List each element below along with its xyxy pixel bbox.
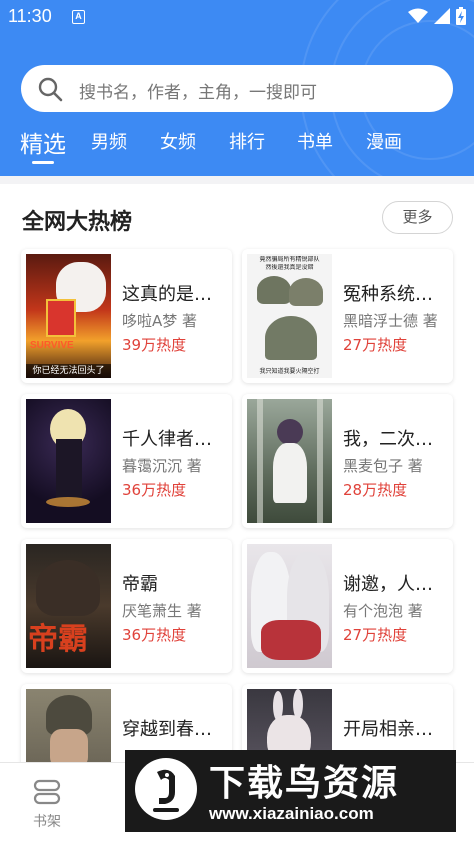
nav-bookshelf-label: 书架 <box>33 814 61 830</box>
nav-bookshelf[interactable]: 书架 <box>0 763 94 842</box>
book-heat: 27万热度 <box>343 626 408 644</box>
tab-ranking[interactable]: 排行 <box>229 128 265 154</box>
book-card[interactable]: 帝霸 帝霸 厌笔萧生 著 36万热度 <box>21 539 232 673</box>
watermark-url: www.xiazainiao.com <box>209 804 374 823</box>
cover-text: 帝霸 <box>28 622 88 657</box>
cover-text: SURVIVE <box>30 340 74 351</box>
book-author: 厌笔萧生 著 <box>122 602 202 620</box>
tab-comics[interactable]: 漫画 <box>366 128 402 154</box>
book-title: 帝霸 <box>122 574 158 595</box>
signal-icon <box>434 8 450 24</box>
book-author: 黑麦包子 著 <box>343 457 423 475</box>
book-card[interactable]: 谢邀，人在… 有个泡泡 著 27万热度 <box>242 539 453 673</box>
cover-caption: 你已经无法回头了 <box>26 364 111 378</box>
bookshelf-icon <box>33 779 61 805</box>
book-heat: 36万热度 <box>122 481 187 499</box>
header: 11:30 A 搜书名，作者，主角，一搜即可 精选 男频 女频 排行 书单 漫画 <box>0 0 474 176</box>
cover-text: 竟然骗局所有精锐部队 <box>259 256 320 263</box>
book-title: 谢邀，人在… <box>343 574 449 595</box>
watermark-text: 下载鸟资源 <box>209 763 400 804</box>
status-icons <box>408 6 466 26</box>
book-title: 穿越到春物… <box>122 719 228 740</box>
book-title: 开局相亲，… <box>343 719 449 740</box>
status-bar: 11:30 A <box>0 0 474 34</box>
tab-female[interactable]: 女频 <box>160 128 196 154</box>
book-author: 哆啦A梦 著 <box>122 312 198 330</box>
book-cover <box>247 399 332 523</box>
watermark-banner: 下载鸟资源 www.xiazainiao.com <box>125 750 456 832</box>
section-title: 全网大热榜 <box>22 210 133 235</box>
book-author: 暮霭沉沉 著 <box>122 457 202 475</box>
book-title: 这真的是特… <box>122 284 228 305</box>
search-icon <box>38 77 63 102</box>
book-cover: 竟然骗局所有精锐部队 然後還我真是没錯 我只知道我要火隔空打 <box>247 254 332 378</box>
hot-list-section: 全网大热榜 更多 SURVIVE 你已经无法回头了 这真的是特… 哆啦A梦 著 … <box>0 184 474 818</box>
book-author: 有个泡泡 著 <box>343 602 423 620</box>
tab-male[interactable]: 男频 <box>91 128 127 154</box>
active-tab-indicator <box>32 161 54 164</box>
more-button[interactable]: 更多 <box>382 201 453 234</box>
search-bar[interactable]: 搜书名，作者，主角，一搜即可 <box>21 65 453 112</box>
book-cover <box>247 544 332 668</box>
cover-text: 我只知道我要火隔空打 <box>259 368 320 375</box>
book-cover <box>26 399 111 523</box>
cover-text: 然後還我真是没錯 <box>265 264 314 271</box>
book-title: 千人律者的… <box>122 429 228 450</box>
status-time: 11:30 <box>8 6 52 26</box>
book-card[interactable]: SURVIVE 你已经无法回头了 这真的是特… 哆啦A梦 著 39万热度 <box>21 249 232 383</box>
book-heat: 39万热度 <box>122 336 187 354</box>
book-heat: 27万热度 <box>343 336 408 354</box>
battery-charging-icon <box>456 7 466 25</box>
tab-booklist[interactable]: 书单 <box>297 128 333 154</box>
search-input[interactable]: 搜书名，作者，主角，一搜即可 <box>79 78 317 103</box>
book-author: 黑暗浮士德 著 <box>343 312 438 330</box>
book-card[interactable]: 竟然骗局所有精锐部队 然後還我真是没錯 我只知道我要火隔空打 冤种系统和… 黑暗… <box>242 249 453 383</box>
book-title: 我，二次元… <box>343 429 449 450</box>
category-tabs: 精选 男频 女频 排行 书单 漫画 <box>0 128 474 168</box>
book-heat: 36万热度 <box>122 626 187 644</box>
book-title: 冤种系统和… <box>343 284 449 305</box>
notification-icon: A <box>72 10 85 24</box>
wifi-icon <box>408 8 428 23</box>
book-card[interactable]: 我，二次元… 黑麦包子 著 28万热度 <box>242 394 453 528</box>
book-cover: 帝霸 <box>26 544 111 668</box>
book-card[interactable]: 千人律者的… 暮霭沉沉 著 36万热度 <box>21 394 232 528</box>
bird-logo-icon <box>135 758 197 820</box>
book-heat: 28万热度 <box>343 481 408 499</box>
tab-featured[interactable]: 精选 <box>20 125 66 159</box>
book-cover: SURVIVE 你已经无法回头了 <box>26 254 111 378</box>
